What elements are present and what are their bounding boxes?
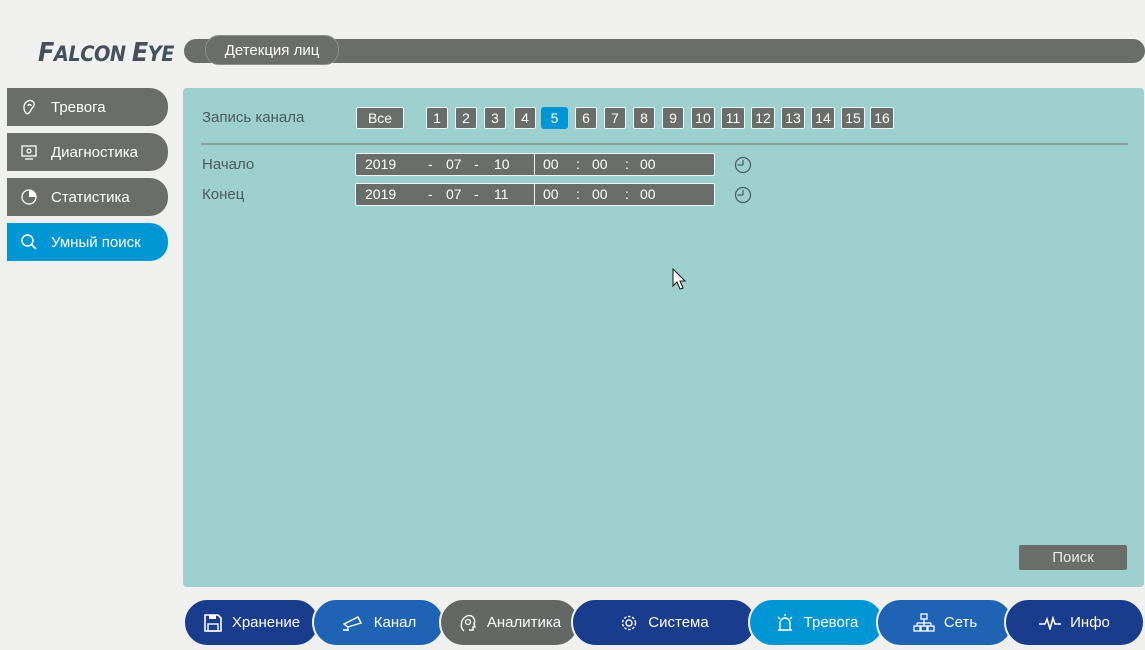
channel-button-11[interactable]: 11 (721, 107, 745, 129)
channel-button-3[interactable]: 3 (484, 107, 506, 129)
date-separator: - (474, 156, 479, 172)
time-separator: : (576, 156, 580, 172)
pie-chart-icon (19, 187, 39, 207)
start-second[interactable]: 00 (640, 156, 656, 172)
channel-button-4[interactable]: 4 (514, 107, 536, 129)
start-datetime-input[interactable]: 2019 - 07 - 10 00 : 00 : 00 (355, 153, 715, 176)
nav-label: Аналитика (486, 614, 562, 631)
start-label: Начало (202, 156, 255, 173)
start-year[interactable]: 2019 (365, 156, 396, 172)
sidebar-item-alarm[interactable]: Тревога (7, 88, 168, 126)
time-separator: : (625, 156, 629, 172)
field-divider (534, 184, 535, 205)
channel-button-16[interactable]: 16 (870, 107, 894, 129)
end-minute[interactable]: 00 (592, 186, 608, 202)
end-second[interactable]: 00 (640, 186, 656, 202)
channel-button-2[interactable]: 2 (455, 107, 477, 129)
nav-alarm[interactable]: Тревога (748, 598, 885, 647)
channel-button-14[interactable]: 14 (811, 107, 835, 129)
search-button[interactable]: Поиск (1019, 545, 1127, 570)
start-hour[interactable]: 00 (543, 156, 559, 172)
channel-button-12[interactable]: 12 (751, 107, 775, 129)
sound-icon (19, 97, 39, 117)
nav-system[interactable]: Система (571, 598, 757, 647)
head-icon (458, 613, 478, 633)
divider (201, 143, 1128, 145)
nav-network[interactable]: Сеть (876, 598, 1014, 647)
end-year[interactable]: 2019 (365, 186, 396, 202)
clock-icon[interactable] (734, 156, 752, 174)
diagnostics-icon (19, 142, 39, 162)
channel-button-8[interactable]: 8 (633, 107, 655, 129)
start-day[interactable]: 10 (494, 156, 510, 172)
nav-label: Тревога (803, 614, 859, 631)
channel-button-6[interactable]: 6 (575, 107, 597, 129)
gear-icon (619, 613, 639, 633)
channel-all-button[interactable]: Все (356, 107, 404, 129)
channel-button-9[interactable]: 9 (662, 107, 684, 129)
save-icon (203, 613, 223, 633)
app-frame: FALCON EYE Детекция лиц Тревога Диагност… (0, 0, 1145, 650)
date-separator: - (428, 186, 433, 202)
date-separator: - (474, 186, 479, 202)
channel-button-5[interactable]: 5 (541, 107, 568, 129)
nav-info[interactable]: Инфо (1004, 598, 1145, 647)
channel-button-15[interactable]: 15 (841, 107, 865, 129)
nav-label: Хранение (231, 614, 301, 631)
start-minute[interactable]: 00 (592, 156, 608, 172)
sidebar-item-diagnostics[interactable]: Диагностика (7, 133, 168, 171)
start-month[interactable]: 07 (446, 156, 462, 172)
end-month[interactable]: 07 (446, 186, 462, 202)
search-icon (19, 232, 39, 252)
end-datetime-input[interactable]: 2019 - 07 - 11 00 : 00 : 00 (355, 183, 715, 206)
nav-label: Сеть (943, 614, 978, 631)
field-divider (534, 154, 535, 175)
nav-label: Система (648, 614, 709, 631)
nav-analytics[interactable]: Аналитика (439, 598, 580, 647)
network-icon (913, 612, 935, 633)
time-separator: : (576, 186, 580, 202)
channel-button-1[interactable]: 1 (426, 107, 448, 129)
alarm-icon (775, 613, 795, 633)
clock-icon[interactable] (734, 186, 752, 204)
brand-logo: FALCON EYE (38, 38, 175, 68)
end-label: Конец (202, 186, 245, 203)
date-separator: - (428, 156, 433, 172)
channel-button-7[interactable]: 7 (604, 107, 626, 129)
camera-icon (341, 614, 365, 632)
sidebar-item-smart-search[interactable]: Умный поиск (7, 223, 168, 261)
sidebar-item-label: Диагностика (51, 143, 138, 161)
sidebar-item-label: Умный поиск (51, 233, 141, 251)
mouse-cursor-icon (672, 268, 687, 290)
end-hour[interactable]: 00 (543, 186, 559, 202)
nav-label: Канал (373, 614, 417, 631)
nav-channel[interactable]: Канал (312, 598, 445, 647)
sidebar-item-statistics[interactable]: Статистика (7, 178, 168, 216)
end-day[interactable]: 11 (494, 186, 509, 202)
pulse-icon (1039, 615, 1062, 630)
nav-storage[interactable]: Хранение (183, 598, 320, 647)
sidebar-item-label: Тревога (51, 98, 106, 116)
sidebar-item-label: Статистика (51, 188, 130, 206)
channel-button-13[interactable]: 13 (781, 107, 805, 129)
nav-label: Инфо (1070, 614, 1110, 631)
channel-record-label: Запись канала (202, 109, 305, 126)
time-separator: : (625, 186, 629, 202)
channel-button-10[interactable]: 10 (691, 107, 715, 129)
tab-face-detection[interactable]: Детекция лиц (205, 35, 339, 65)
